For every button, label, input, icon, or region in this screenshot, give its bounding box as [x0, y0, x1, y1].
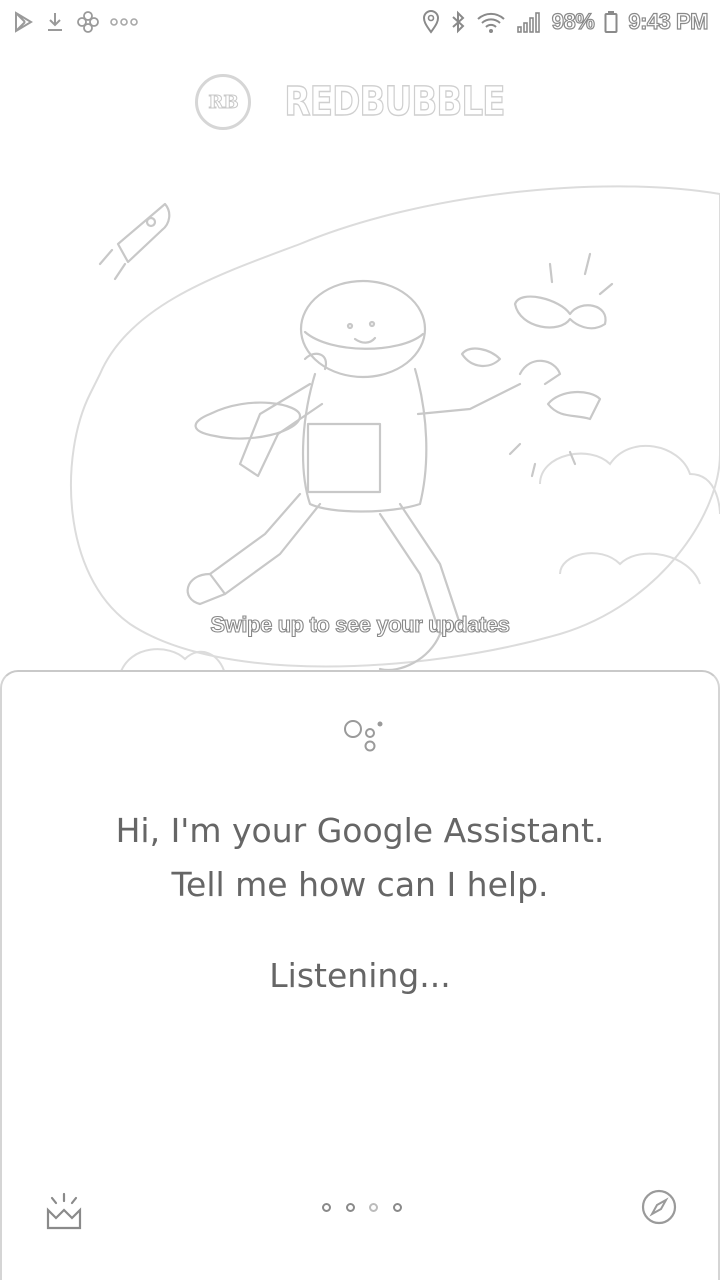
updates-tray-icon: [46, 1192, 82, 1230]
download-icon: [44, 11, 66, 33]
battery-percent: 98%: [551, 8, 595, 34]
background-app: RB REDBUBBLE Swipe up to see your update…: [0, 44, 720, 684]
page-indicator: [322, 1200, 402, 1214]
explore-button[interactable]: [640, 1188, 678, 1226]
brand-header: RB REDBUBBLE: [0, 74, 720, 130]
swipe-hint: Swipe up to see your updates: [210, 611, 511, 637]
assistant-sheet: Hi, I'm your Google Assistant. Tell me h…: [0, 670, 720, 1280]
explore-compass-icon: [641, 1189, 677, 1225]
notification-icons: [12, 10, 138, 34]
greeting-line-1: Hi, I'm your Google Assistant.: [115, 811, 605, 850]
more-notifications-icon: [110, 16, 138, 28]
wifi-icon: [476, 10, 506, 34]
assistant-greeting: Hi, I'm your Google Assistant. Tell me h…: [2, 804, 718, 912]
battery-icon: [604, 10, 618, 34]
signal-icon: [516, 10, 542, 34]
status-bar: 98% 9:43 PM: [0, 0, 720, 44]
page-dot: [369, 1202, 379, 1212]
assistant-bottom-bar: [2, 1160, 718, 1280]
listening-status: Listening...: [269, 956, 451, 995]
clock: 9:43 PM: [628, 8, 709, 34]
system-status: 98% 9:43 PM: [422, 8, 709, 35]
bluetooth-icon: [450, 10, 466, 34]
brand-logo: RB: [195, 74, 252, 130]
location-icon: [422, 10, 440, 34]
updates-tray-button[interactable]: [42, 1188, 86, 1232]
pinwheel-icon: [76, 10, 100, 34]
page-dot: [345, 1202, 355, 1212]
brand-name: REDBUBBLE: [284, 78, 506, 125]
page-dot: [322, 1202, 331, 1212]
astronaut-illustration: [69, 185, 720, 675]
greeting-line-2: Tell me how can I help.: [171, 865, 549, 904]
google-assistant-logo-icon: [344, 720, 383, 752]
play-store-icon: [12, 11, 34, 33]
page-dot: [392, 1202, 402, 1212]
